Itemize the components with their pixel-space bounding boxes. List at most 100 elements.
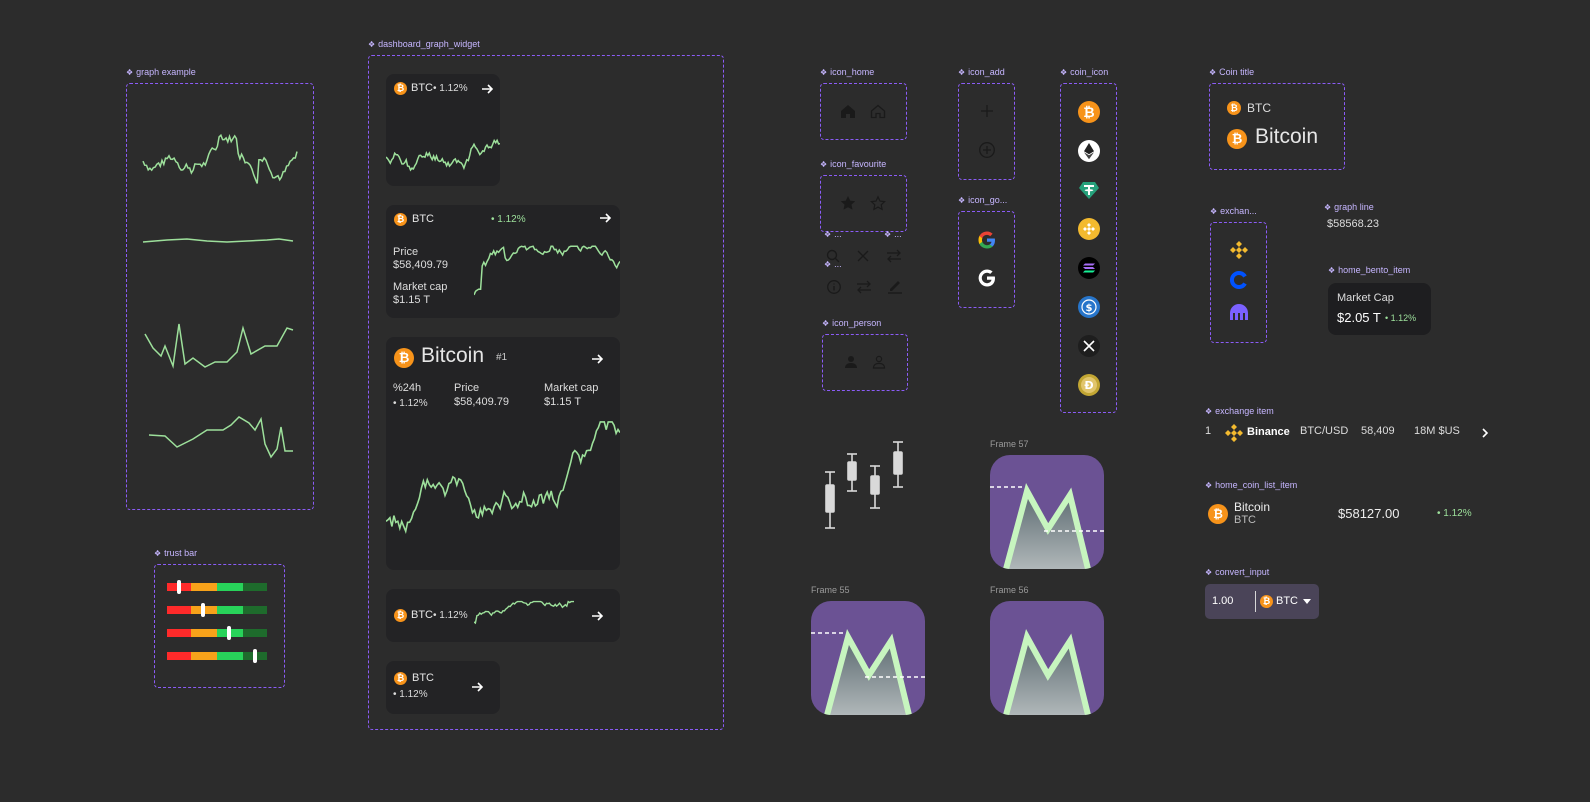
widget1-symbol: BTC: [411, 82, 433, 94]
coin-title-symbol: BTC: [1247, 101, 1271, 115]
ethereum-icon: [1078, 140, 1100, 162]
widget3-graph: [386, 421, 620, 535]
graph-line-step: [148, 416, 293, 459]
widget-compact[interactable]: ₿ BTC • 1.12%: [386, 661, 500, 714]
convert-amount-input[interactable]: 1.00: [1212, 595, 1233, 607]
label-coin-title: Coin title: [1209, 67, 1254, 77]
home-icon: [841, 105, 855, 118]
trust-bar: [167, 626, 267, 640]
widget-inline-graph[interactable]: ₿ BTC • 1.12%: [386, 589, 620, 642]
label-coin-icon: coin_icon: [1060, 67, 1108, 77]
icon-person-frame: [822, 334, 908, 391]
graph-line-value: $58568.23: [1327, 218, 1379, 230]
graph-example-charts: [142, 133, 298, 459]
widget1-graph: [386, 138, 500, 172]
plus-circle-icon: [979, 142, 995, 158]
bitcoin-icon: ₿: [1260, 595, 1273, 608]
arrow-right-icon[interactable]: [590, 609, 604, 623]
graph-line-volatile: [142, 133, 298, 184]
bitcoin-icon: ₿: [394, 348, 414, 368]
widget3-mcap-label: Market cap: [544, 382, 599, 394]
solana-icon: [1078, 257, 1100, 279]
exchange-item[interactable]: 1 Binance BTC/USD 58,409 18M $US: [1205, 422, 1495, 444]
trust-bar-knob[interactable]: [177, 580, 181, 594]
edit-icon: [888, 281, 902, 294]
widget3-24h-label: %24h: [393, 382, 422, 394]
dogecoin-icon: Ð: [1078, 374, 1100, 396]
bento-value: $2.05 T: [1337, 310, 1381, 325]
label-icon-home: icon_home: [820, 67, 874, 77]
binance-icon: [1230, 241, 1248, 259]
exchange-volume: 18M $US: [1414, 425, 1460, 437]
home-outline-icon: [870, 104, 886, 119]
info-icon: [827, 280, 841, 294]
chevron-right-icon[interactable]: [1479, 427, 1491, 439]
bitcoin-icon: ₿: [394, 82, 407, 95]
frame55-app-icon: [811, 601, 925, 715]
label-icon-google: icon_go...: [958, 195, 1007, 205]
label-home-coin-list-item: home_coin_list_item: [1205, 480, 1297, 490]
widget2-graph: [474, 245, 620, 296]
widget4-symbol: BTC: [411, 609, 433, 621]
label-home-bento-item: home_bento_item: [1328, 265, 1410, 275]
label-graph-example: graph example: [126, 67, 196, 77]
label-convert-input: convert_input: [1205, 567, 1269, 577]
exchange-name: Binance: [1247, 426, 1290, 438]
icon-google-frame: [958, 211, 1015, 308]
trust-bar-knob[interactable]: [253, 649, 257, 663]
trust-bar-knob[interactable]: [201, 603, 205, 617]
bitcoin-icon: ₿: [1208, 504, 1228, 524]
caret-down-icon[interactable]: [1302, 598, 1312, 606]
graph-line-flat: [142, 238, 294, 243]
label-frame56: Frame 56: [990, 585, 1029, 595]
bitcoin-icon: ₿: [394, 609, 407, 622]
trust-bar: [167, 603, 267, 617]
coin-list-symbol: BTC: [1234, 514, 1256, 526]
person-outline-icon: [872, 355, 886, 369]
google-icon: [978, 231, 995, 249]
convert-coin-select[interactable]: BTC: [1276, 595, 1298, 607]
label-frame55: Frame 55: [811, 585, 850, 595]
trust-bar-frame: [154, 564, 285, 688]
coin-list-price: $58127.00: [1338, 506, 1400, 521]
arrow-right-icon[interactable]: [598, 211, 612, 225]
home-coin-list-item[interactable]: ₿ Bitcoin BTC $58127.00 • 1.12%: [1208, 499, 1478, 529]
exchange-price: 58,409: [1361, 425, 1395, 437]
label-dashboard-graph-widget: dashboard_graph_widget: [368, 39, 480, 49]
widget-small-graph[interactable]: ₿ BTC • 1.12%: [386, 74, 500, 186]
widget3-rank: #1: [496, 352, 508, 363]
plus-icon: [981, 105, 993, 117]
label-exchange: exchan...: [1210, 206, 1257, 216]
widget4-change: • 1.12%: [433, 610, 468, 621]
widget3-24h: • 1.12%: [393, 398, 428, 409]
home-bento-item[interactable]: Market Cap $2.05 T • 1.12%: [1328, 283, 1431, 335]
star-icon: [840, 196, 856, 210]
arrow-right-icon[interactable]: [590, 352, 604, 366]
swap-alt-icon: [857, 280, 871, 294]
widget4-graph: [474, 600, 574, 625]
widget2-mcap: $1.15 T: [393, 294, 431, 306]
arrow-right-icon[interactable]: [470, 680, 484, 694]
widget5-symbol: BTC: [412, 672, 434, 684]
widget2-price-label: Price: [393, 246, 419, 258]
svg-text:Ð: Ð: [1084, 379, 1093, 392]
widget-large-graph[interactable]: ₿ Bitcoin #1 %24h • 1.12% Price $58,409.…: [386, 337, 620, 570]
widget-price-graph[interactable]: ₿ BTC • 1.12% Price $58,409.79 Market ca…: [386, 205, 620, 318]
swap-icon: [887, 249, 901, 263]
bitcoin-icon: ₿: [1227, 101, 1241, 115]
trust-bar-knob[interactable]: [227, 626, 231, 640]
widget3-price: $58,409.79: [454, 396, 510, 408]
widget2-change: • 1.12%: [491, 214, 526, 225]
bitcoin-icon: ₿: [394, 213, 407, 226]
widget3-mcap: $1.15 T: [544, 396, 582, 408]
convert-input[interactable]: 1.00 ₿ BTC: [1205, 584, 1319, 619]
label-graph-line: graph line: [1324, 202, 1374, 212]
arrow-right-icon[interactable]: [480, 82, 494, 96]
frame56-app-icon: [990, 601, 1104, 715]
usdc-icon: $: [1078, 296, 1100, 318]
bento-change: • 1.12%: [1385, 313, 1417, 323]
star-outline-icon: [870, 195, 886, 211]
graph-example-frame: [126, 83, 314, 510]
label-frame57: Frame 57: [990, 439, 1029, 449]
trust-bar: [167, 649, 267, 663]
